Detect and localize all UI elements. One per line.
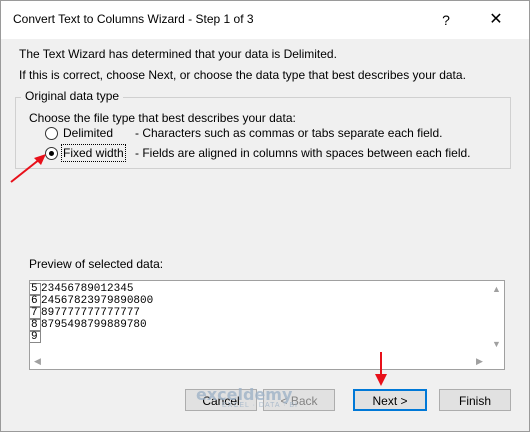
preview-row-text: 897777777777777	[41, 307, 141, 319]
radio-delimited[interactable]	[45, 127, 58, 140]
scroll-left-icon[interactable]: ◀	[34, 356, 41, 367]
fixed-width-description: - Fields are aligned in columns with spa…	[135, 146, 471, 160]
preview-row: 5 23456789012345	[30, 283, 153, 295]
preview-row: 8 8795498799889780	[30, 319, 153, 331]
preview-row-text: 24567823979890800	[41, 295, 154, 307]
file-type-prompt: Choose the file type that best describes…	[29, 111, 296, 125]
preview-row: 9	[30, 331, 153, 343]
intro-line-1: The Text Wizard has determined that your…	[19, 47, 337, 61]
preview-row-number: 7	[30, 307, 41, 319]
annotation-arrow-icon	[10, 154, 46, 183]
preview-row-number: 6	[30, 295, 41, 307]
preview-row-number: 5	[30, 283, 41, 295]
delimited-description: - Characters such as commas or tabs sepa…	[135, 126, 443, 140]
preview-label: Preview of selected data:	[29, 257, 164, 271]
close-button[interactable]: ✕	[481, 7, 511, 33]
preview-box[interactable]: 5 23456789012345 6 24567823979890800 7 8977…	[29, 280, 505, 370]
help-button[interactable]: ?	[431, 7, 461, 33]
preview-row-text: 8795498799889780	[41, 319, 147, 331]
annotation-arrow-down-icon	[375, 352, 387, 386]
finish-button[interactable]: Finish	[439, 389, 511, 411]
preview-row: 7 897777777777777	[30, 307, 153, 319]
preview-row-number: 9	[30, 331, 41, 343]
radio-delimited-label[interactable]: Delimited	[63, 126, 113, 140]
watermark-tagline: EXCEL · DATA · BI	[222, 402, 298, 409]
vertical-scrollbar[interactable]: ▲ ▼	[488, 281, 504, 353]
dialog-title: Convert Text to Columns Wizard - Step 1 …	[13, 12, 254, 26]
preview-row-number: 8	[30, 319, 41, 331]
preview-row-text: 23456789012345	[41, 283, 134, 295]
preview-row: 6 24567823979890800	[30, 295, 153, 307]
scroll-right-icon[interactable]: ▶	[476, 356, 483, 367]
radio-fixed-width-label[interactable]: Fixed width	[61, 144, 126, 162]
preview-rows: 5 23456789012345 6 24567823979890800 7 8977…	[30, 283, 153, 343]
intro-line-2: If this is correct, choose Next, or choo…	[19, 68, 466, 82]
horizontal-scrollbar[interactable]: ◀ ▶	[30, 353, 504, 369]
title-bar: Convert Text to Columns Wizard - Step 1 …	[1, 1, 529, 39]
next-button[interactable]: Next >	[353, 389, 427, 411]
group-legend: Original data type	[21, 89, 124, 103]
text-to-columns-dialog: Convert Text to Columns Wizard - Step 1 …	[0, 0, 530, 432]
watermark-logo: exceldemy EXCEL · DATA · BI	[196, 385, 298, 409]
scroll-down-icon[interactable]: ▼	[492, 339, 501, 349]
scroll-up-icon[interactable]: ▲	[492, 284, 501, 294]
